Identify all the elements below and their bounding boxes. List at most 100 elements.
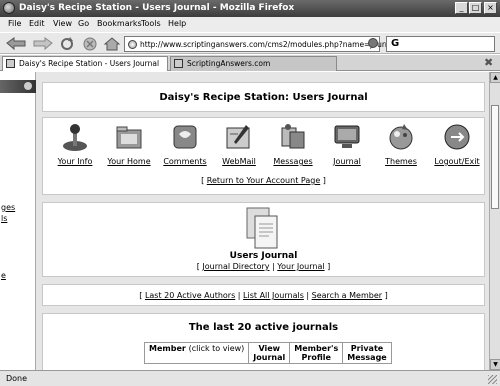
return-to-account-link[interactable]: Return to Your Account Page xyxy=(207,176,321,185)
nav-label: Logout/Exit xyxy=(434,157,480,166)
col-private-message[interactable]: Private Message xyxy=(342,342,392,364)
menu-bookmarks[interactable]: Bookmarks xyxy=(97,19,142,28)
sidebar-link[interactable]: ls xyxy=(1,214,7,223)
last-20-authors-link[interactable]: Last 20 Active Authors xyxy=(145,291,235,300)
nav-comments[interactable]: Comments xyxy=(157,122,213,166)
scroll-down-icon[interactable]: ▼ xyxy=(490,359,500,370)
resize-grip-icon[interactable] xyxy=(488,375,497,384)
user-nav-panel: Your Info Your Home Comments WebMail Mes… xyxy=(42,117,485,195)
tab-bar: Daisy's Recipe Station - Users Journal S… xyxy=(0,55,500,71)
close-tab-icon[interactable]: ✖ xyxy=(484,56,493,69)
maximize-button[interactable]: □ xyxy=(469,2,482,14)
journal-directory-link[interactable]: Journal Directory xyxy=(202,262,269,271)
sidebar-header xyxy=(0,80,36,93)
sidebar-link[interactable]: ges xyxy=(1,203,15,212)
menu-file[interactable]: File xyxy=(8,19,21,28)
journals-table: Member (click to view) View Journal Membe… xyxy=(143,342,392,364)
stop-button[interactable] xyxy=(82,36,98,51)
search-box[interactable]: G xyxy=(386,36,495,52)
sidebar-link[interactable]: e xyxy=(1,271,6,280)
page-favicon-icon xyxy=(6,59,15,68)
search-member-link[interactable]: Search a Member xyxy=(312,291,382,300)
col-label: Profile xyxy=(301,353,331,362)
status-text: Done xyxy=(6,374,28,383)
tab-users-journal[interactable]: Daisy's Recipe Station - Users Journal xyxy=(2,56,168,71)
active-journals-title: The last 20 active journals xyxy=(188,322,339,333)
scroll-up-icon[interactable]: ▲ xyxy=(490,72,500,83)
menu-tools[interactable]: Tools xyxy=(141,19,161,28)
go-button[interactable] xyxy=(368,38,378,48)
comments-icon xyxy=(173,125,197,149)
journal-title: Users Journal xyxy=(229,251,298,261)
logout-icon xyxy=(444,124,470,150)
minimize-button[interactable]: _ xyxy=(455,2,468,14)
menu-help[interactable]: Help xyxy=(168,19,186,28)
nav-themes[interactable]: Themes xyxy=(373,122,429,166)
home-icon xyxy=(103,37,121,51)
col-label: Journal xyxy=(253,353,286,362)
navigation-toolbar: http://www.scriptinganswers.com/cms2/mod… xyxy=(0,32,500,54)
close-window-button[interactable]: × xyxy=(484,2,497,14)
stop-icon xyxy=(83,37,97,51)
menu-edit[interactable]: Edit xyxy=(29,19,45,28)
messages-icon xyxy=(281,124,305,149)
col-label: Member's xyxy=(294,344,339,353)
journal-links-panel: [ Last 20 Active Authors | List All Jour… xyxy=(42,284,485,306)
list-all-journals-link[interactable]: List All Journals xyxy=(243,291,304,300)
home-button[interactable] xyxy=(103,36,121,51)
nav-label: Comments xyxy=(163,157,207,166)
nav-label: Messages xyxy=(273,157,313,166)
collapse-icon[interactable] xyxy=(24,82,32,90)
journal-links: [ Journal Directory | Your Journal ] xyxy=(196,262,331,271)
window-title: Daisy's Recipe Station - Users Journal -… xyxy=(19,3,295,13)
url-text: http://www.scriptinganswers.com/cms2/mod… xyxy=(140,40,397,49)
links-line: [ Last 20 Active Authors | List All Jour… xyxy=(139,291,388,300)
reload-icon xyxy=(61,37,73,50)
vertical-scrollbar[interactable]: ▲ ▼ xyxy=(489,72,500,370)
menu-view[interactable]: View xyxy=(53,19,72,28)
nav-label: Themes xyxy=(385,157,417,166)
reload-button[interactable] xyxy=(59,36,75,51)
nav-label: WebMail xyxy=(222,157,256,166)
nav-journal[interactable]: Journal xyxy=(319,122,375,166)
journal-monitor-icon xyxy=(334,125,360,148)
nav-webmail[interactable]: WebMail xyxy=(211,122,267,166)
col-view-journal[interactable]: View Journal xyxy=(248,342,291,364)
active-journals-panel: The last 20 active journals Member (clic… xyxy=(42,313,485,370)
left-sidebar: ges ls e xyxy=(0,72,36,370)
title-bar: Daisy's Recipe Station - Users Journal -… xyxy=(0,0,500,17)
tab-label: ScriptingAnswers.com xyxy=(187,59,271,68)
tab-scriptinganswers[interactable]: ScriptingAnswers.com xyxy=(170,56,337,71)
nav-your-info[interactable]: Your Info xyxy=(47,122,103,166)
nav-messages[interactable]: Messages xyxy=(265,122,321,166)
back-button[interactable] xyxy=(5,36,27,51)
journal-panel: Users Journal [ Journal Directory | Your… xyxy=(42,202,485,277)
journal-document-icon xyxy=(246,207,278,249)
google-search-icon[interactable]: G xyxy=(391,38,399,49)
col-label: View xyxy=(258,344,281,353)
nav-your-home[interactable]: Your Home xyxy=(101,122,157,166)
your-journal-link[interactable]: Your Journal xyxy=(277,262,324,271)
menu-go[interactable]: Go xyxy=(78,19,89,28)
home-folder-icon xyxy=(116,126,142,149)
themes-icon xyxy=(389,124,413,150)
back-arrow-icon xyxy=(6,37,26,51)
page-title: Daisy's Recipe Station: Users Journal xyxy=(159,92,368,103)
col-profile[interactable]: Member's Profile xyxy=(289,342,344,364)
nav-label: Journal xyxy=(333,157,361,166)
col-label: Private xyxy=(350,344,384,353)
forward-arrow-icon xyxy=(33,37,53,51)
joystick-icon xyxy=(63,124,87,151)
menu-bar: File Edit View Go Bookmarks Tools Help xyxy=(0,17,500,32)
header-panel: Daisy's Recipe Station: Users Journal xyxy=(42,82,485,112)
nav-label: Your Info xyxy=(57,157,93,166)
bracket-close: ] xyxy=(320,176,326,185)
return-line: [ Return to Your Account Page ] xyxy=(43,176,484,185)
col-member[interactable]: Member (click to view) xyxy=(143,342,250,364)
scroll-thumb[interactable] xyxy=(491,105,499,209)
col-label: Message xyxy=(347,353,387,362)
url-bar[interactable]: http://www.scriptinganswers.com/cms2/mod… xyxy=(124,36,396,52)
site-icon xyxy=(128,40,137,49)
forward-button[interactable] xyxy=(32,36,54,51)
nav-logout[interactable]: Logout/Exit xyxy=(429,122,485,166)
